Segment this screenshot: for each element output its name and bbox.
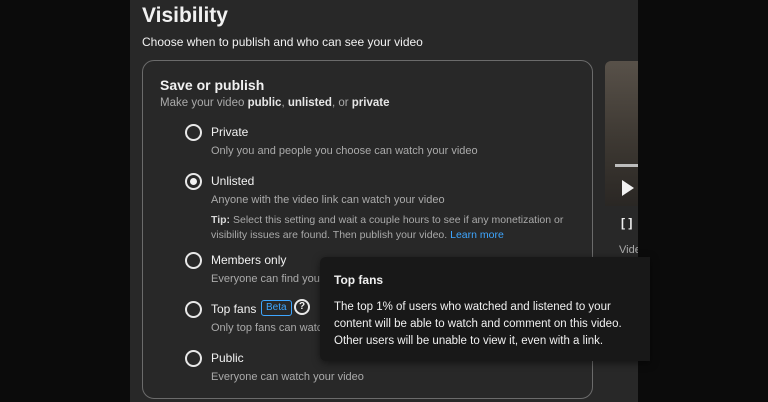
option-description: Everyone can watch your video [211,371,364,383]
card-desc-unlisted: unlisted [287,97,332,109]
option-label: Unlisted [211,174,255,188]
option-description: Anyone with the video link can watch you… [211,194,445,206]
help-icon[interactable]: ? [294,299,310,315]
card-description: Make your video public, unlisted, or pri… [160,97,389,109]
option-label: Public [211,351,244,365]
video-progress-bar[interactable] [615,164,638,167]
unlisted-tip: Tip: Select this setting and wait a coup… [211,213,581,243]
card-title: Save or publish [160,77,265,93]
option-description: Everyone can find your [211,273,324,285]
play-icon[interactable] [622,180,634,196]
video-link-label: Vide [619,244,638,256]
option-description: Only top fans can watc [211,322,323,334]
option-label: Private [211,125,249,139]
tooltip-body: The top 1% of users who watched and list… [334,301,622,347]
option-label: Members only [211,253,287,267]
public-radio[interactable] [185,350,202,367]
tip-label: Tip: [211,214,231,226]
option-label: Top fans [211,302,257,316]
card-desc-public: public [247,97,282,109]
option-description: Only you and people you choose can watch… [211,145,478,157]
card-desc-private: private [351,97,390,109]
unlisted-radio[interactable] [185,173,202,190]
backdrop-left [0,0,130,402]
learn-more-link[interactable]: Learn more [450,229,504,241]
members-only-radio[interactable] [185,252,202,269]
card-desc-sep2: , or [331,97,352,109]
page-title: Visibility [142,4,228,27]
top-fans-tooltip: Top fans The top 1% of users who watched… [320,257,650,361]
tip-text: Select this setting and wait a couple ho… [211,214,564,241]
fullscreen-icon[interactable]: [ ] [621,216,632,230]
private-radio[interactable] [185,124,202,141]
beta-badge: Beta [261,300,292,316]
top-fans-radio[interactable] [185,301,202,318]
backdrop-right [638,0,768,402]
tooltip-title: Top fans [334,273,384,287]
page-subtitle: Choose when to publish and who can see y… [142,35,423,49]
card-desc-prefix: Make your video [160,97,248,109]
